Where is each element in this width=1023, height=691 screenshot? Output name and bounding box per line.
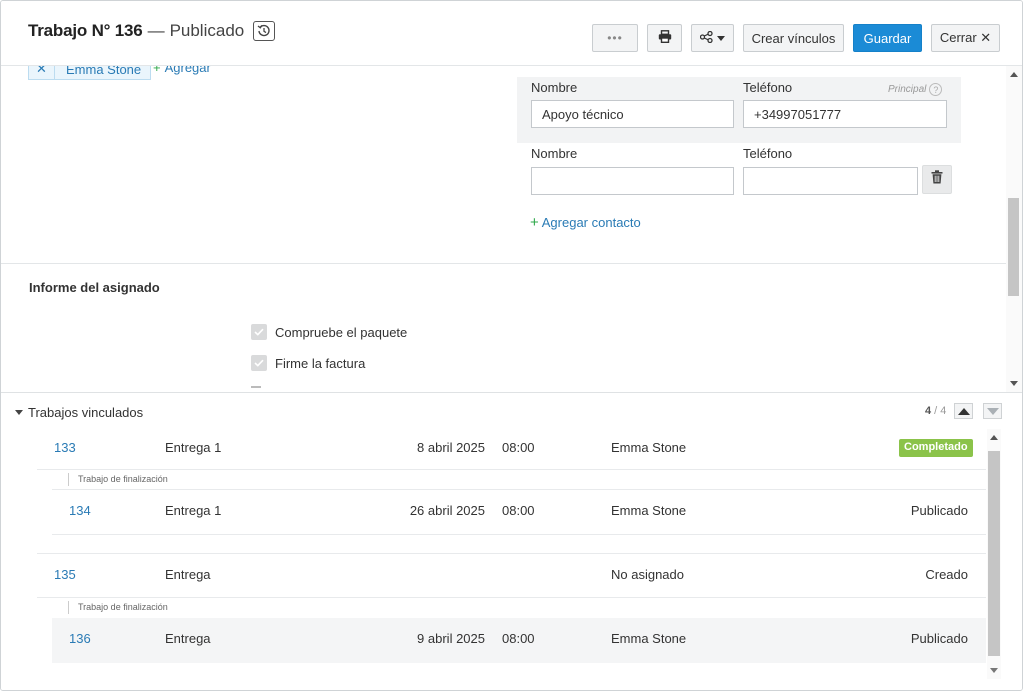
table-row[interactable]: 133 Entrega 1 8 abril 2025 08:00 Emma St… [37, 427, 986, 471]
job-type: Entrega [165, 631, 211, 646]
print-button[interactable] [647, 24, 682, 52]
add-contact-label: Agregar contacto [541, 215, 641, 230]
scroll-down-icon[interactable] [990, 668, 998, 673]
job-status: Publicado [910, 503, 968, 518]
job-title: Trabajo N° 136 [28, 21, 143, 40]
assignee-chip: ✕ Emma Stone [28, 66, 152, 80]
job-status: Publicado [910, 631, 968, 646]
table-row[interactable]: 135 Entrega No asignado Creado [37, 554, 986, 598]
job-number-link[interactable]: 135 [54, 567, 76, 582]
assignee-name: Emma Stone [66, 66, 142, 77]
job-type: Entrega 1 [165, 440, 222, 455]
report-section-title: Informe del asignado [29, 280, 160, 295]
job-dialog: Trabajo N° 136 — Publicado ••• Crear vín… [0, 0, 1023, 691]
job-type: Entrega [165, 567, 211, 582]
counter-total: 4 [940, 405, 947, 417]
trash-icon [931, 170, 943, 189]
create-links-button[interactable]: Crear vínculos [743, 24, 844, 52]
job-status: Publicado [169, 21, 245, 40]
job-time: 08:00 [502, 631, 535, 646]
title-separator: — [147, 21, 165, 40]
row-divider [52, 534, 986, 535]
contact-phone-input[interactable]: +34997051777 [743, 100, 947, 128]
linked-jobs-counter: 4 / 4 [925, 405, 946, 417]
checkbox-checked-icon[interactable] [251, 355, 267, 371]
sub-job-label: Trabajo de finalización [68, 473, 168, 486]
job-assignee: Emma Stone [611, 631, 687, 646]
table-row[interactable]: 134 Entrega 1 26 abril 2025 08:00 Emma S… [52, 490, 986, 534]
share-dropdown-button[interactable] [691, 24, 734, 52]
contact2-name-label: Nombre [531, 146, 578, 161]
scrollbar-thumb[interactable] [1008, 198, 1019, 296]
sub-job-label: Trabajo de finalización [68, 601, 168, 614]
share-icon [699, 30, 713, 46]
history-icon[interactable] [253, 21, 276, 41]
job-time: 08:00 [502, 440, 535, 455]
contact2-name-input[interactable] [531, 167, 734, 195]
save-button[interactable]: Guardar [853, 24, 922, 52]
principal-indicator: Principal ? [888, 83, 943, 96]
scrollbar-thumb[interactable] [988, 451, 1000, 656]
job-number-link[interactable]: 136 [69, 631, 91, 646]
job-assignee: Emma Stone [611, 503, 687, 518]
job-date: 8 abril 2025 [417, 440, 485, 455]
contact2-phone-label: Teléfono [743, 146, 793, 161]
form-scrollbar[interactable] [1006, 66, 1022, 392]
close-button[interactable]: Cerrar ✕ [931, 24, 1000, 52]
add-assignee-link[interactable]: + Agregar [153, 66, 211, 75]
status-badge: Completado [899, 439, 973, 457]
linked-jobs-title: Trabajos vinculados [28, 405, 144, 420]
scroll-up-icon[interactable] [990, 435, 998, 440]
job-date: 9 abril 2025 [417, 631, 485, 646]
linked-jobs-scrollbar[interactable] [987, 429, 1001, 679]
scroll-up-icon[interactable] [1010, 72, 1018, 77]
job-type: Entrega 1 [165, 503, 222, 518]
page-title: Trabajo N° 136 — Publicado [28, 21, 276, 41]
checkbox-checked-icon[interactable] [251, 324, 267, 340]
previous-job-button[interactable] [954, 403, 973, 419]
report-check-item[interactable]: Firme la factura [251, 355, 365, 371]
help-icon[interactable]: ? [929, 83, 943, 96]
job-date: 26 abril 2025 [409, 503, 485, 518]
section-divider [1, 263, 1006, 264]
job-time: 08:00 [502, 503, 535, 518]
scroll-down-icon[interactable] [1010, 381, 1018, 386]
check-label: Compruebe el paquete [275, 324, 408, 340]
job-number-link[interactable]: 133 [54, 440, 76, 455]
contact-name-label: Nombre [531, 80, 578, 95]
delete-contact-button[interactable] [922, 165, 952, 194]
row-divider [37, 597, 986, 598]
add-assignee-label: Agregar [164, 66, 211, 75]
linked-jobs-toggle[interactable]: Trabajos vinculados [15, 405, 143, 420]
counter-separator: / [931, 405, 941, 417]
caret-down-icon [15, 410, 23, 415]
table-row-current[interactable]: 136 Entrega 9 abril 2025 08:00 Emma Ston… [52, 618, 986, 663]
plus-icon: + [530, 214, 539, 231]
arrow-up-icon [957, 407, 970, 415]
next-job-button[interactable] [983, 403, 1002, 419]
contact-name-input[interactable]: Apoyo técnico [531, 100, 734, 128]
plus-icon: + [153, 66, 161, 75]
print-icon [658, 30, 672, 46]
linked-jobs-panel: Trabajos vinculados 4 / 4 133 Entrega 1 … [1, 392, 1022, 690]
more-button[interactable]: ••• [592, 24, 638, 52]
chevron-down-icon [717, 35, 725, 41]
linked-jobs-list: 133 Entrega 1 8 abril 2025 08:00 Emma St… [1, 427, 986, 690]
arrow-down-icon [986, 407, 999, 415]
remove-assignee-icon[interactable]: ✕ [29, 66, 55, 79]
check-label: Firme la factura [275, 355, 366, 371]
row-divider [37, 469, 986, 470]
job-assignee: Emma Stone [611, 440, 687, 455]
job-assignee: No asignado [611, 567, 684, 582]
contact-phone-label: Teléfono [743, 80, 793, 95]
principal-label: Principal [888, 84, 927, 95]
job-form-content: ✕ Emma Stone + Agregar Nombre Teléfono Pr… [1, 66, 1006, 392]
report-check-item[interactable]: Compruebe el paquete [251, 324, 407, 340]
dialog-header: Trabajo N° 136 — Publicado ••• Crear vín… [1, 1, 1022, 66]
add-contact-link[interactable]: + Agregar contacto [530, 214, 641, 231]
job-status: Creado [925, 567, 968, 582]
job-number-link[interactable]: 134 [69, 503, 91, 518]
contact2-phone-input[interactable] [743, 167, 918, 195]
